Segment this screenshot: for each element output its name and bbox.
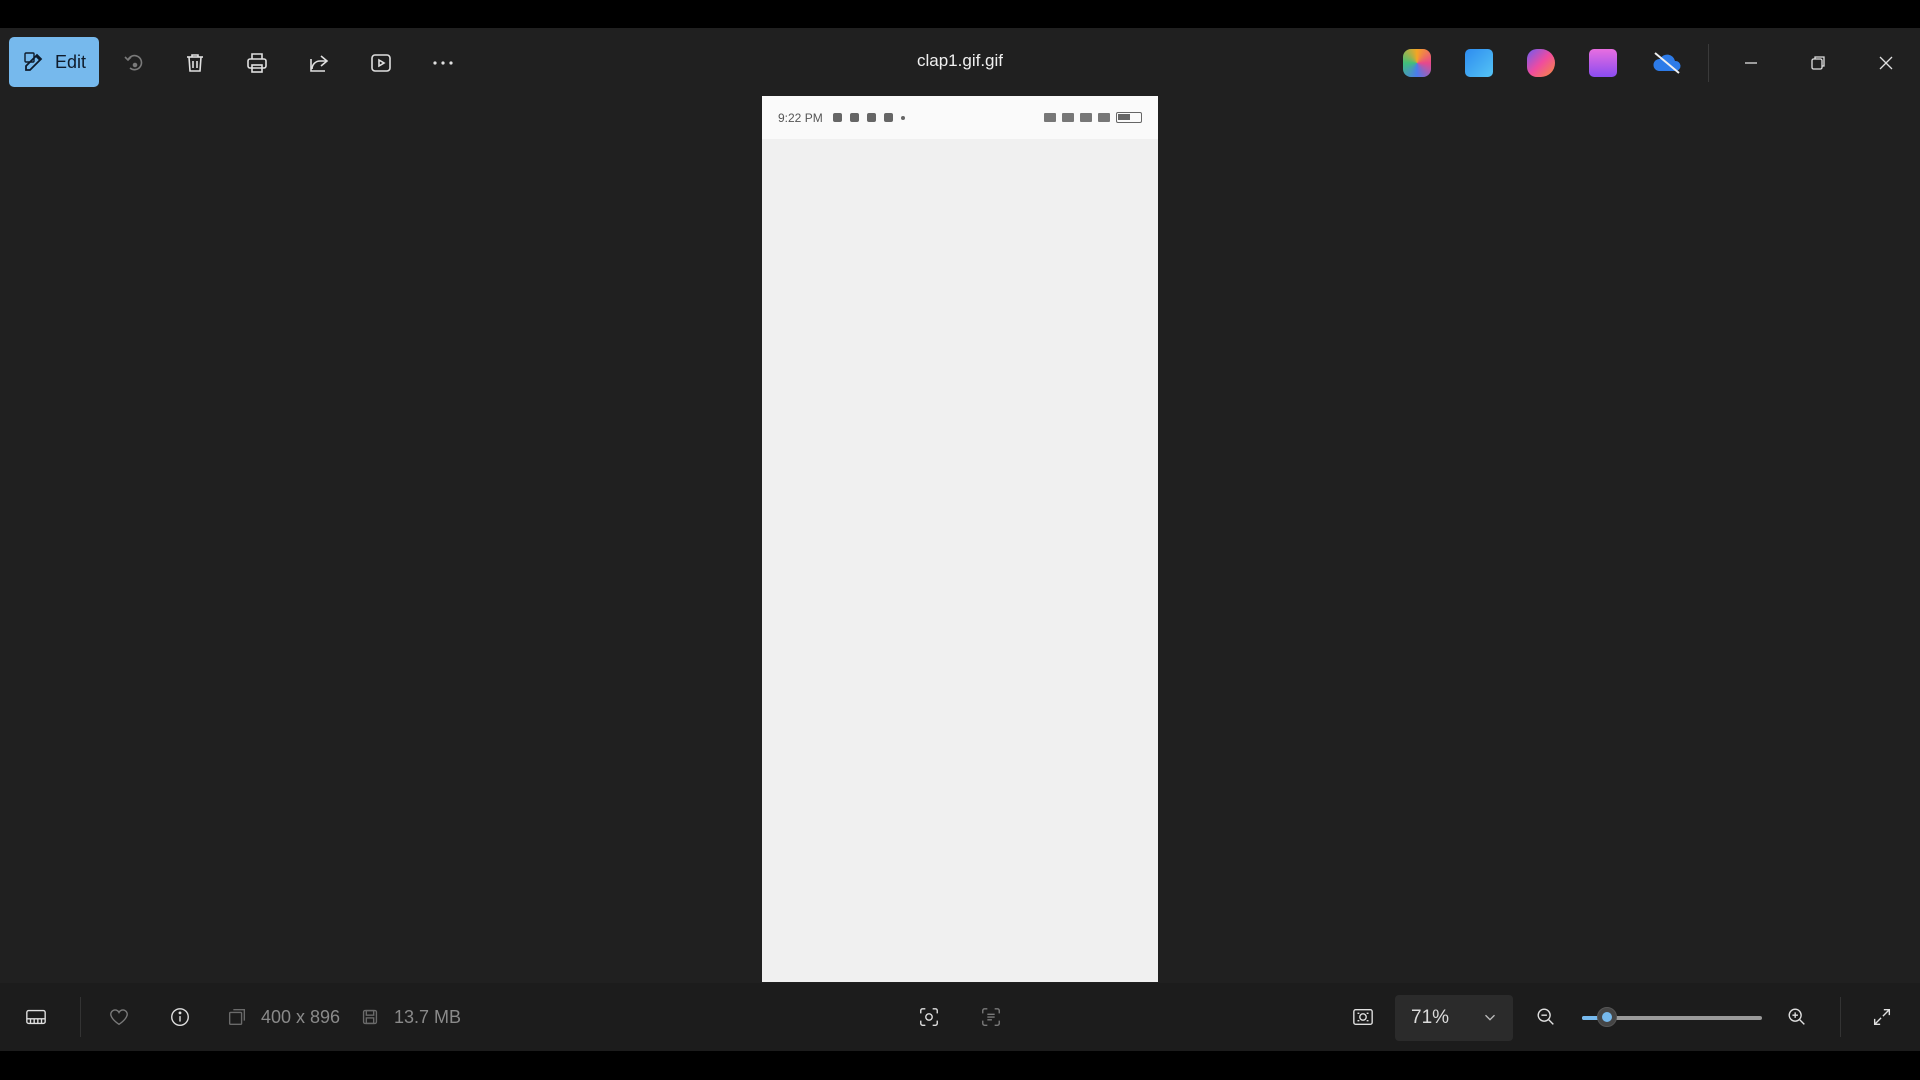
info-icon <box>171 1008 189 1026</box>
more-options-button[interactable] <box>425 45 461 81</box>
dimensions-icon-wrap <box>220 1000 254 1034</box>
download-icon <box>883 113 893 122</box>
telegram-icon <box>849 113 859 122</box>
print-button[interactable] <box>239 45 275 81</box>
wifi-icon <box>1062 113 1074 122</box>
letterbox-top <box>0 0 1920 28</box>
file-size-icon-wrap <box>353 1000 387 1034</box>
photos-icon[interactable] <box>1589 49 1617 77</box>
battery-icon <box>1116 112 1142 123</box>
bottom-status-bar: 400 x 896 13.7 MB 71% <box>0 983 1920 1051</box>
edit-button[interactable]: Edit <box>9 37 99 87</box>
favorite-button[interactable] <box>102 1000 136 1034</box>
video-icon <box>832 113 842 122</box>
zoom-level: 71% <box>1411 1007 1450 1028</box>
copilot-icon[interactable] <box>1403 49 1431 77</box>
restore-icon <box>1811 56 1825 70</box>
zoom-in-icon <box>1788 1008 1805 1025</box>
phone-time: 9:22 PM <box>778 110 823 125</box>
designer-icon[interactable] <box>1465 49 1493 77</box>
share-icon <box>310 55 329 72</box>
statusbar-divider <box>80 997 81 1037</box>
edit-icon <box>24 52 43 71</box>
rotate-button[interactable] <box>116 45 152 81</box>
slideshow-button[interactable] <box>363 45 399 81</box>
print-icon <box>247 53 267 73</box>
signal-icon <box>1098 113 1110 122</box>
close-button[interactable] <box>1868 45 1904 81</box>
close-icon <box>1879 56 1893 70</box>
delete-button[interactable] <box>177 45 213 81</box>
photos-app-window: Edit clap1.gif.gif 9:22 PM 400 x 896 13.… <box>0 28 1920 1051</box>
network-speed-icon <box>1044 113 1056 122</box>
visual-search-icon <box>920 1008 938 1026</box>
file-info-button[interactable] <box>163 1000 197 1034</box>
heart-icon <box>110 1009 128 1026</box>
toolbar-divider <box>1708 44 1709 82</box>
chevron-down-icon <box>1485 1014 1495 1021</box>
toolbar: Edit clap1.gif.gif <box>0 28 1920 98</box>
filmstrip-icon <box>26 1009 46 1025</box>
window-title: clap1.gif.gif <box>917 51 1003 70</box>
full-screen-icon <box>1873 1008 1891 1026</box>
zoom-out-button[interactable] <box>1529 1000 1563 1034</box>
minimize-button[interactable] <box>1733 45 1769 81</box>
phone-status-bar: 9:22 PM <box>762 96 1158 139</box>
text-scan-icon <box>982 1008 1000 1026</box>
letterbox-bottom <box>0 1051 1920 1080</box>
restore-button[interactable] <box>1800 45 1836 81</box>
phone-notification-icons <box>832 113 905 122</box>
more-notifications-dot-icon <box>900 115 905 120</box>
fit-to-window-icon <box>1353 1008 1373 1026</box>
share-button[interactable] <box>301 45 337 81</box>
edit-label: Edit <box>54 51 87 72</box>
rotate-icon <box>124 54 143 71</box>
phone-system-icons <box>1044 112 1142 123</box>
zoom-in-button[interactable] <box>1780 1000 1814 1034</box>
fit-to-window-button[interactable] <box>1346 1000 1380 1034</box>
image-viewport[interactable]: 9:22 PM <box>0 96 1920 983</box>
app-notification-icon <box>866 113 876 122</box>
minimize-icon <box>1745 62 1757 64</box>
onedrive-icon[interactable] <box>1651 49 1683 77</box>
visual-search-button[interactable] <box>912 1000 946 1034</box>
zoom-out-icon <box>1537 1008 1554 1025</box>
clipchamp-icon[interactable] <box>1527 49 1555 77</box>
file-size: 13.7 MB <box>394 1007 462 1027</box>
text-scan-button[interactable] <box>974 1000 1008 1034</box>
filmstrip-button[interactable] <box>19 1000 53 1034</box>
delete-icon <box>187 54 203 72</box>
full-screen-button[interactable] <box>1865 1000 1899 1034</box>
displayed-image: 9:22 PM <box>762 96 1158 982</box>
statusbar-divider <box>1840 997 1841 1037</box>
slideshow-icon <box>371 54 391 72</box>
zoom-slider-thumb[interactable] <box>1597 1007 1618 1027</box>
zoom-level-dropdown[interactable]: 71% <box>1395 995 1513 1041</box>
save-icon <box>362 1009 378 1025</box>
signal-icon <box>1080 113 1092 122</box>
more-icon <box>433 61 453 65</box>
image-dimensions: 400 x 896 <box>261 1007 341 1027</box>
dimensions-icon <box>228 1008 246 1026</box>
